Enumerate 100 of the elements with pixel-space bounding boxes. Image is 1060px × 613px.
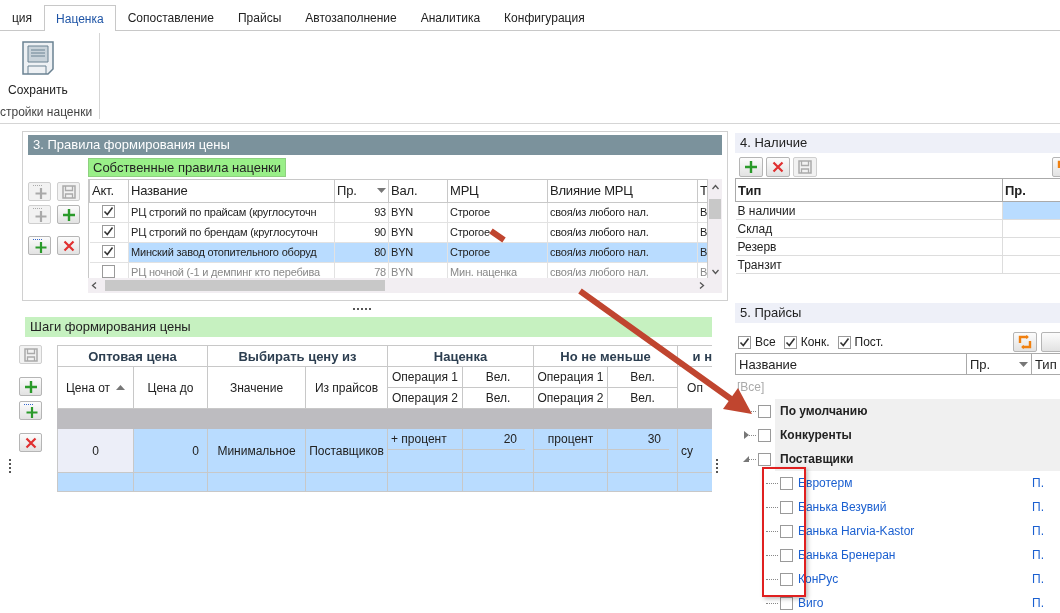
table-row[interactable]: Транзит bbox=[735, 255, 1060, 274]
column-header[interactable]: Пр. bbox=[966, 354, 1031, 374]
checkbox[interactable] bbox=[780, 572, 793, 586]
column-header[interactable]: Пр. bbox=[334, 180, 389, 202]
group-name[interactable]: Поставщики bbox=[775, 447, 1060, 471]
table-cell: 93 bbox=[334, 202, 389, 222]
splitter-grip[interactable] bbox=[716, 459, 719, 473]
column-header[interactable]: Тип bbox=[1031, 354, 1060, 374]
column-header[interactable]: Операция 1 bbox=[533, 366, 608, 388]
vertical-scrollbar[interactable] bbox=[708, 179, 722, 293]
checkbox[interactable] bbox=[102, 205, 116, 218]
table-row[interactable]: 0 0 Минимальное Поставщиков + процент 20 процент 30 су bbox=[57, 428, 712, 473]
scroll-thumb[interactable] bbox=[105, 280, 385, 291]
save-icon bbox=[61, 184, 76, 199]
column-header[interactable]: Из прайсов bbox=[305, 366, 388, 409]
delete-icon bbox=[772, 161, 784, 173]
column-header[interactable]: Пр. bbox=[1002, 178, 1060, 202]
table-cell: 0 bbox=[57, 428, 134, 473]
table-row[interactable]: РЦ строгий по брендам (круглосуточн 90 BYN Строгое своя/из любого нал. В bbox=[89, 222, 707, 242]
section-label: Собственные правила наценки bbox=[88, 158, 287, 177]
toolbar-button[interactable] bbox=[1041, 332, 1060, 352]
column-header[interactable]: Название bbox=[736, 354, 966, 374]
column-header[interactable]: МРЦ bbox=[447, 180, 548, 202]
table-cell: РЦ строгий по прайсам (круглосуточн bbox=[128, 202, 335, 222]
tab[interactable]: Прайсы bbox=[226, 5, 294, 30]
delete-button[interactable] bbox=[57, 236, 80, 255]
table-row[interactable]: В наличии bbox=[735, 201, 1060, 220]
add-button[interactable] bbox=[19, 377, 42, 396]
checkbox[interactable] bbox=[780, 476, 793, 490]
tab[interactable]: Наценка bbox=[44, 5, 116, 31]
column-header[interactable]: Название bbox=[128, 180, 335, 202]
group-label: стройки наценки bbox=[0, 105, 93, 119]
delete-button[interactable] bbox=[19, 433, 42, 452]
column-header[interactable]: Цена до bbox=[133, 366, 208, 409]
panel-title: 4. Наличие bbox=[735, 133, 1060, 153]
scroll-thumb[interactable] bbox=[709, 199, 721, 219]
column-header[interactable]: Значение bbox=[207, 366, 306, 409]
column-header[interactable]: Вел. bbox=[462, 387, 534, 409]
splitter-grip[interactable] bbox=[9, 459, 12, 473]
save-icon bbox=[798, 160, 812, 174]
table-cell: РЦ строгий по брендам (круглосуточн bbox=[128, 222, 335, 242]
checkbox[interactable] bbox=[758, 404, 771, 418]
column-header[interactable]: Тип bbox=[735, 178, 1003, 202]
checkbox[interactable] bbox=[758, 428, 771, 442]
tab[interactable]: Автозаполнение bbox=[293, 5, 409, 30]
column-header[interactable]: Цена от bbox=[57, 366, 134, 409]
checkbox[interactable] bbox=[102, 245, 116, 258]
group-name[interactable]: По умолчанию bbox=[775, 399, 1060, 423]
column-header[interactable]: Вел. bbox=[462, 366, 534, 388]
add-row-icon bbox=[31, 183, 48, 200]
tab[interactable]: Конфигурация bbox=[492, 5, 597, 30]
expand-arrow-icon[interactable] bbox=[744, 431, 749, 439]
insert-row-button[interactable] bbox=[28, 236, 51, 255]
table-cell: Транзит bbox=[735, 255, 1003, 274]
tab[interactable]: Аналитика bbox=[408, 5, 493, 30]
checkbox[interactable] bbox=[783, 335, 797, 349]
add-button[interactable] bbox=[739, 157, 763, 177]
tab[interactable]: Сопоставление bbox=[115, 5, 226, 30]
column-header[interactable]: Вел. bbox=[607, 366, 678, 388]
insert-row-button[interactable] bbox=[19, 401, 42, 420]
table-row[interactable]: Резерв bbox=[735, 237, 1060, 256]
column-header[interactable]: Операция 1 bbox=[387, 366, 463, 388]
table-row[interactable]: Склад bbox=[735, 219, 1060, 238]
delete-button[interactable] bbox=[766, 157, 790, 177]
table-row[interactable]: Минский завод отопительного оборуд 80 BYN Строгое своя/из любого нал. В bbox=[89, 242, 707, 262]
group-name[interactable]: Конкуренты bbox=[775, 423, 1060, 447]
checkbox[interactable] bbox=[102, 264, 116, 278]
refresh-button[interactable] bbox=[1013, 332, 1037, 352]
add-button[interactable] bbox=[57, 205, 80, 224]
column-header[interactable]: Операция 2 bbox=[533, 387, 608, 409]
column-header[interactable]: Вал. bbox=[388, 180, 448, 202]
checkbox[interactable] bbox=[758, 452, 771, 466]
tab[interactable]: ция bbox=[0, 5, 45, 30]
checkbox[interactable] bbox=[738, 335, 751, 349]
checkbox[interactable] bbox=[837, 335, 851, 349]
table-cell: 90 bbox=[334, 222, 389, 242]
column-group-header: и н bbox=[677, 345, 712, 367]
column-header[interactable]: Операция 2 bbox=[387, 387, 463, 409]
table-row[interactable]: РЦ строгий по прайсам (круглосуточн 93 BYN Строгое своя/из любого нал. В bbox=[89, 202, 707, 222]
collapse-arrow-icon[interactable] bbox=[743, 456, 749, 462]
panel-title: 5. Прайсы bbox=[735, 303, 1060, 323]
table-cell: Склад bbox=[735, 219, 1003, 238]
column-group-header: Но не меньше bbox=[533, 345, 678, 367]
save-button[interactable]: Сохранить bbox=[6, 39, 70, 99]
table-cell: Минимальное bbox=[207, 428, 306, 473]
horizontal-scrollbar[interactable] bbox=[88, 278, 708, 293]
column-header[interactable]: Акт. bbox=[89, 180, 129, 202]
delete-icon bbox=[62, 239, 75, 252]
checkbox[interactable] bbox=[780, 524, 793, 538]
checkbox[interactable] bbox=[102, 225, 116, 238]
table-cell: своя/из любого нал. bbox=[547, 202, 698, 222]
type-label: П. bbox=[1032, 572, 1044, 586]
plus-icon bbox=[23, 379, 38, 394]
price-list-link[interactable]: Виго bbox=[798, 596, 1032, 610]
checkbox-label: Конк. bbox=[800, 335, 830, 349]
column-header[interactable]: Влияние МРЦ bbox=[547, 180, 698, 202]
checkbox[interactable] bbox=[780, 500, 793, 514]
table-cell: Строгое bbox=[447, 202, 548, 222]
type-label: П. bbox=[1032, 500, 1044, 514]
checkbox[interactable] bbox=[780, 548, 793, 562]
